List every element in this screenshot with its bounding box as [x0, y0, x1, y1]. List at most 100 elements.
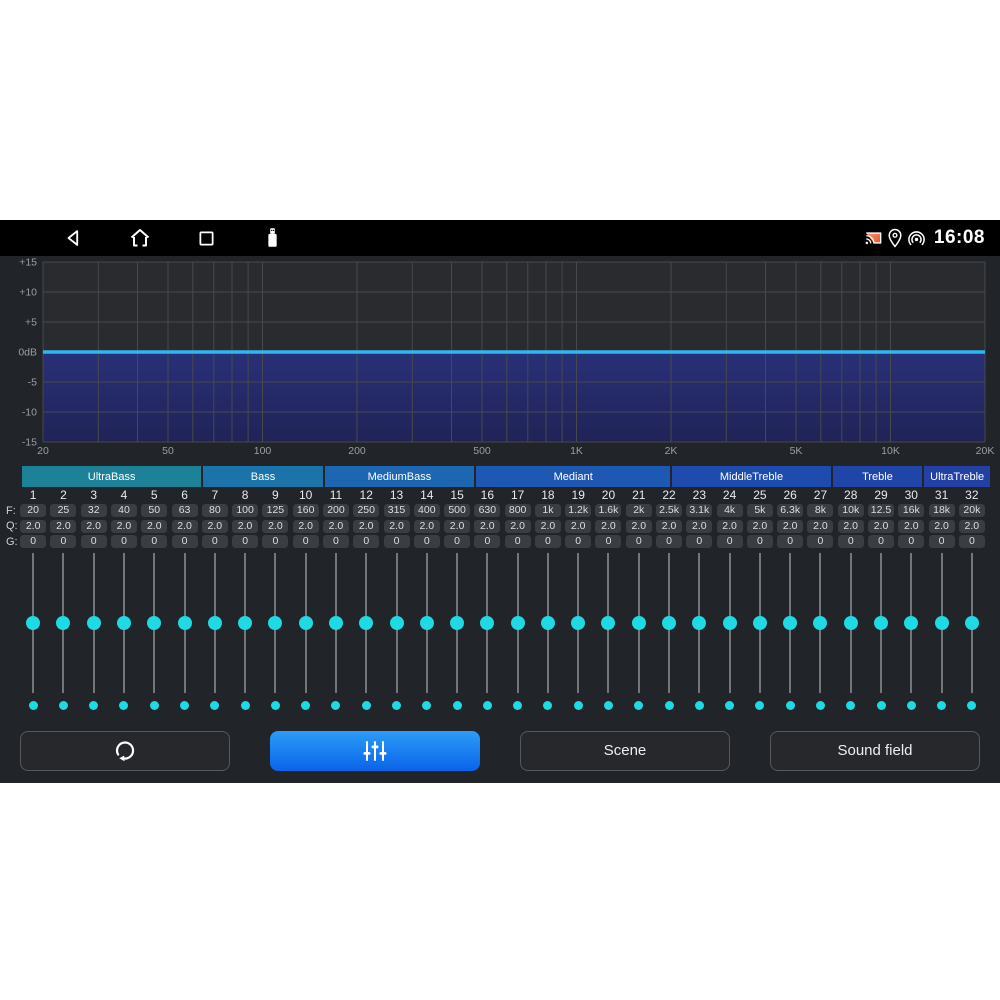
g-value-chip: 0: [414, 535, 440, 548]
eq-band-slider[interactable]: [503, 553, 533, 693]
eq-band-slider[interactable]: [896, 553, 926, 693]
slider-knob[interactable]: [692, 616, 706, 630]
band-dot: [241, 701, 250, 710]
eq-band-slider[interactable]: [139, 553, 169, 693]
band-number: 8: [230, 488, 260, 502]
eq-band-slider[interactable]: [230, 553, 260, 693]
slider-knob[interactable]: [208, 616, 222, 630]
f-value-chip: 8k: [807, 504, 833, 517]
status-bar: 16:08: [0, 220, 1000, 256]
eq-band-slider[interactable]: [866, 553, 896, 693]
f-value-chip: 6.3k: [777, 504, 803, 517]
svg-text:-5: -5: [28, 377, 37, 389]
slider-knob[interactable]: [117, 616, 131, 630]
g-value-chip: 0: [232, 535, 258, 548]
band-group-bass: Bass: [203, 466, 323, 487]
svg-text:+10: +10: [19, 287, 37, 299]
eq-band-slider[interactable]: [957, 553, 987, 693]
slider-knob[interactable]: [268, 616, 282, 630]
band-number: 9: [260, 488, 290, 502]
slider-knob[interactable]: [238, 616, 252, 630]
slider-knob[interactable]: [56, 616, 70, 630]
eq-band-slider[interactable]: [775, 553, 805, 693]
band-dot: [210, 701, 219, 710]
back-button[interactable]: [62, 226, 86, 250]
scene-button[interactable]: Scene: [520, 731, 730, 771]
q-value-chip: 2.0: [384, 520, 410, 533]
slider-knob[interactable]: [571, 616, 585, 630]
band-group-label: Bass: [251, 471, 275, 483]
slider-knob[interactable]: [178, 616, 192, 630]
eq-band-slider[interactable]: [18, 553, 48, 693]
slider-knob[interactable]: [662, 616, 676, 630]
eq-band-slider[interactable]: [472, 553, 502, 693]
slider-knob[interactable]: [511, 616, 525, 630]
q-value-chip: 2.0: [505, 520, 531, 533]
slider-knob[interactable]: [26, 616, 40, 630]
eq-band-slider[interactable]: [79, 553, 109, 693]
recents-button[interactable]: [194, 226, 218, 250]
band-number: 17: [503, 488, 533, 502]
band-number: 5: [139, 488, 169, 502]
home-button[interactable]: [128, 226, 152, 250]
band-dot: [604, 701, 613, 710]
eq-band-slider[interactable]: [563, 553, 593, 693]
eq-band-slider[interactable]: [321, 553, 351, 693]
sound-field-button[interactable]: Sound field: [770, 731, 980, 771]
eq-band-slider[interactable]: [805, 553, 835, 693]
slider-knob[interactable]: [813, 616, 827, 630]
slider-knob[interactable]: [450, 616, 464, 630]
eq-band-slider[interactable]: [200, 553, 230, 693]
eq-band-slider[interactable]: [381, 553, 411, 693]
equalizer-button[interactable]: [270, 731, 480, 771]
slider-knob[interactable]: [753, 616, 767, 630]
eq-band-slider[interactable]: [169, 553, 199, 693]
eq-band-slider[interactable]: [109, 553, 139, 693]
slider-knob[interactable]: [601, 616, 615, 630]
band-number: 10: [291, 488, 321, 502]
f-value-chip: 3.1k: [686, 504, 712, 517]
slider-knob[interactable]: [783, 616, 797, 630]
f-value-chip: 5k: [747, 504, 773, 517]
f-value-chip: 160: [293, 504, 319, 517]
reset-button[interactable]: [20, 731, 230, 771]
eq-band-slider[interactable]: [260, 553, 290, 693]
eq-band-slider[interactable]: [684, 553, 714, 693]
slider-knob[interactable]: [904, 616, 918, 630]
g-value-chip: 0: [898, 535, 924, 548]
eq-band-slider[interactable]: [624, 553, 654, 693]
slider-knob[interactable]: [935, 616, 949, 630]
slider-knob[interactable]: [87, 616, 101, 630]
slider-knob[interactable]: [420, 616, 434, 630]
slider-knob[interactable]: [390, 616, 404, 630]
band-group-bar: UltraBassBassMediumBassMediantMiddleTreb…: [22, 466, 990, 487]
eq-band-slider[interactable]: [836, 553, 866, 693]
slider-knob[interactable]: [147, 616, 161, 630]
slider-knob[interactable]: [480, 616, 494, 630]
eq-band-slider[interactable]: [593, 553, 623, 693]
band-number: 3: [79, 488, 109, 502]
eq-band-slider[interactable]: [291, 553, 321, 693]
q-row: Q:2.02.02.02.02.02.02.02.02.02.02.02.02.…: [18, 519, 987, 535]
slider-knob[interactable]: [541, 616, 555, 630]
eq-band-slider[interactable]: [926, 553, 956, 693]
f-value-chip: 63: [172, 504, 198, 517]
eq-band-slider[interactable]: [442, 553, 472, 693]
slider-knob[interactable]: [965, 616, 979, 630]
slider-knob[interactable]: [723, 616, 737, 630]
slider-knob[interactable]: [299, 616, 313, 630]
eq-band-slider[interactable]: [533, 553, 563, 693]
slider-knob[interactable]: [844, 616, 858, 630]
band-dot: [29, 701, 38, 710]
slider-knob[interactable]: [632, 616, 646, 630]
eq-band-slider[interactable]: [654, 553, 684, 693]
slider-knob[interactable]: [329, 616, 343, 630]
slider-knob[interactable]: [874, 616, 888, 630]
slider-knob[interactable]: [359, 616, 373, 630]
eq-band-slider[interactable]: [351, 553, 381, 693]
eq-band-slider[interactable]: [745, 553, 775, 693]
eq-band-slider[interactable]: [714, 553, 744, 693]
eq-band-slider[interactable]: [48, 553, 78, 693]
f-value-chip: 630: [474, 504, 500, 517]
eq-band-slider[interactable]: [412, 553, 442, 693]
